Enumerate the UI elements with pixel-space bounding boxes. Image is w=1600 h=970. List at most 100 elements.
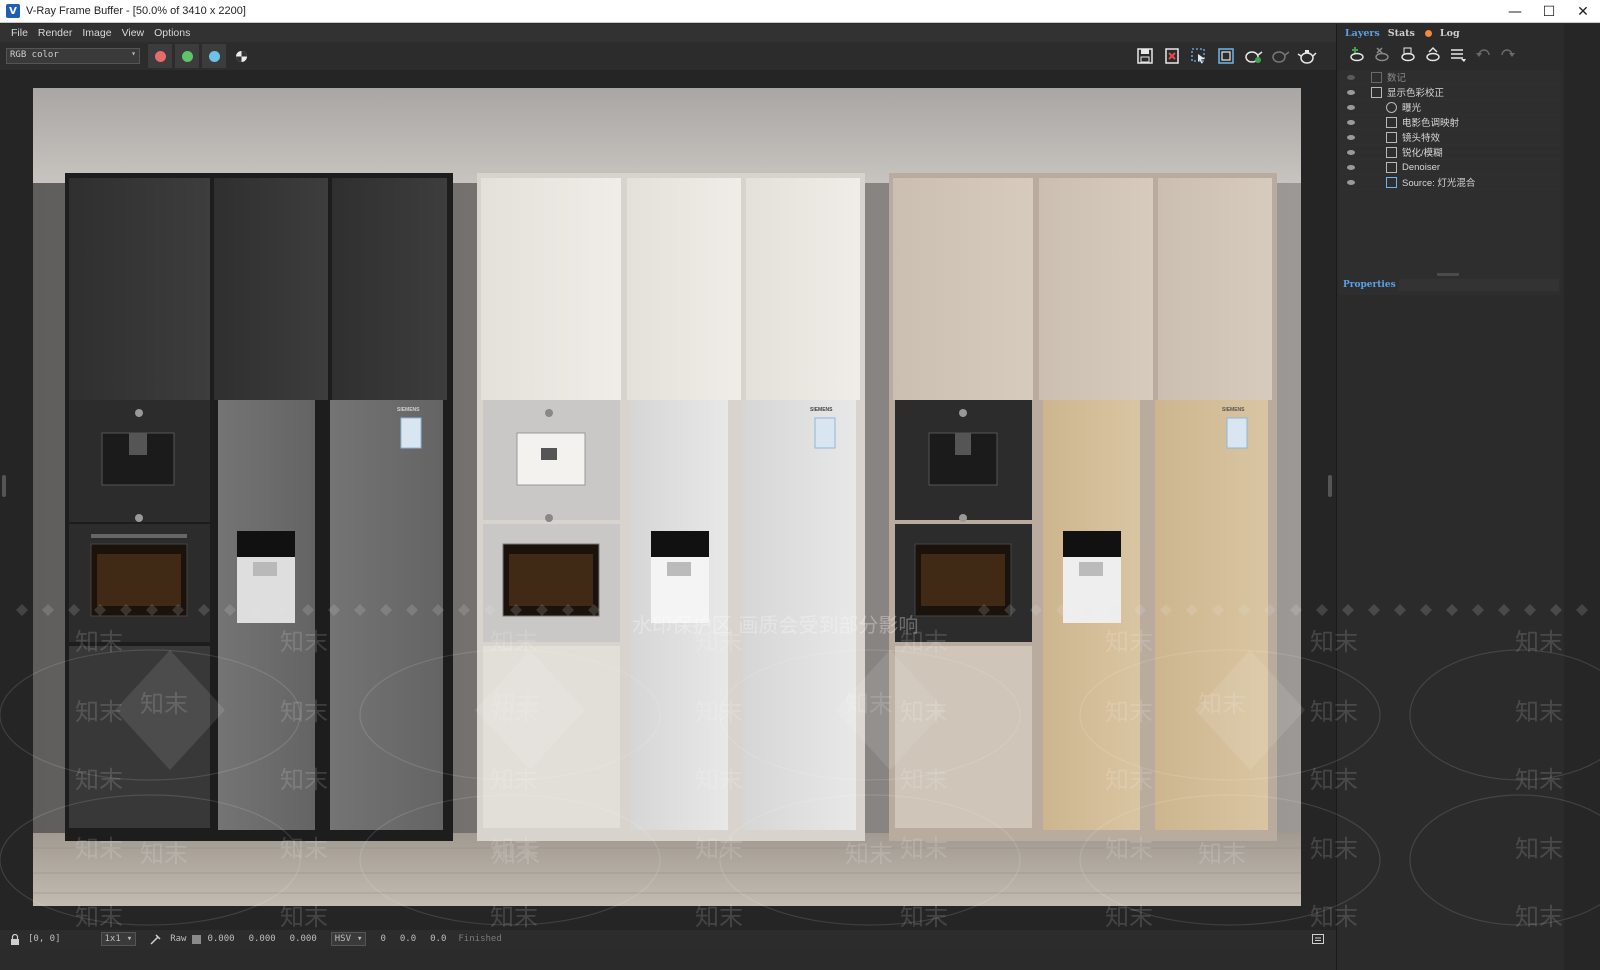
- panel-tabs: Layers Stats Log: [1337, 24, 1564, 42]
- sharpen-blur-icon: [1386, 146, 1397, 158]
- menu-bar: File Render Image View Options: [0, 24, 1362, 42]
- load-layer-icon[interactable]: [1420, 44, 1445, 66]
- b-value: 0.000: [289, 934, 317, 944]
- kitchen-render: SIEMENS SIEMENS SIEMENS: [33, 88, 1301, 906]
- vray-app-icon: V: [6, 4, 20, 18]
- layer-name: Denoiser: [1402, 161, 1441, 173]
- tab-log[interactable]: Log: [1436, 28, 1464, 39]
- brand-label: SIEMENS: [1222, 407, 1245, 413]
- raw-mode-label: Raw: [170, 934, 187, 944]
- alpha-channel-button[interactable]: [229, 44, 253, 68]
- properties-label: Properties: [1343, 280, 1396, 290]
- properties-header: Properties: [1339, 278, 1561, 292]
- menu-view[interactable]: View: [117, 27, 150, 39]
- render-teapot-icon[interactable]: [1294, 45, 1320, 67]
- toolbar: RGB color ▾: [0, 42, 1362, 70]
- layer-row[interactable]: Source: 灯光混合: [1339, 175, 1561, 190]
- visibility-eye-icon[interactable]: [1347, 180, 1355, 185]
- layer-list-icon[interactable]: [1445, 44, 1470, 66]
- green-channel-button[interactable]: [175, 44, 199, 68]
- right-panel-handle[interactable]: [1328, 475, 1332, 497]
- zoom-value: 1x1: [104, 934, 121, 944]
- brand-label: SIEMENS: [810, 407, 833, 413]
- layer-row[interactable]: 电影色调映射: [1339, 115, 1561, 130]
- layer-name: 数记: [1387, 73, 1407, 84]
- stop-render-icon[interactable]: [1267, 45, 1293, 67]
- visibility-eye-icon[interactable]: [1347, 105, 1355, 110]
- menu-file[interactable]: File: [6, 27, 33, 39]
- render-tools: [1131, 45, 1320, 67]
- blue-channel-button[interactable]: [202, 44, 226, 68]
- layer-tree: 数记 显示色彩校正 曝光 电影色调映射 镜头特效 锐化/模糊 Denoiser …: [1339, 70, 1561, 295]
- layer-name: 显示色彩校正: [1387, 88, 1445, 99]
- layer-type-icon: [1371, 71, 1382, 83]
- add-layer-icon[interactable]: [1345, 44, 1370, 66]
- alpha-channel-icon: [235, 50, 247, 62]
- layer-name: 电影色调映射: [1402, 118, 1460, 129]
- redo-icon[interactable]: [1495, 44, 1520, 66]
- green-dot-icon: [181, 50, 193, 62]
- menu-image[interactable]: Image: [77, 27, 116, 39]
- rendered-image: SIEMENS SIEMENS SIEMENS: [33, 88, 1301, 906]
- render-icon[interactable]: [1240, 45, 1266, 67]
- render-viewport[interactable]: SIEMENS SIEMENS SIEMENS: [0, 70, 1362, 936]
- undo-icon[interactable]: [1470, 44, 1495, 66]
- lens-effects-icon: [1386, 131, 1397, 143]
- h-value: 0: [380, 934, 386, 944]
- red-dot-icon: [154, 50, 166, 62]
- title-bar: V V-Ray Frame Buffer - [50.0% of 3410 x …: [0, 0, 1600, 23]
- color-mode-value: HSV: [334, 934, 352, 944]
- visibility-eye-icon[interactable]: [1347, 120, 1355, 125]
- left-panel-handle[interactable]: [2, 475, 6, 497]
- layer-row[interactable]: Denoiser: [1339, 160, 1561, 175]
- visibility-eye-icon[interactable]: [1347, 90, 1355, 95]
- blue-dot-icon: [208, 50, 220, 62]
- s-value: 0.0: [399, 934, 417, 944]
- maximize-button[interactable]: ☐: [1532, 0, 1566, 23]
- close-button[interactable]: ✕: [1566, 0, 1600, 23]
- render-status: Finished: [458, 934, 502, 944]
- menu-options[interactable]: Options: [149, 27, 195, 39]
- log-alert-icon: [1424, 29, 1432, 37]
- chevron-down-icon: ▾: [357, 934, 363, 944]
- status-bar: [0, 0] 1x1 ▾ Raw 0.000 0.000 0.000 HSV ▾…: [0, 930, 1362, 948]
- color-picker-icon[interactable]: [150, 933, 162, 945]
- window-title: V-Ray Frame Buffer - [50.0% of 3410 x 22…: [26, 5, 246, 17]
- layer-row[interactable]: 曝光: [1339, 100, 1561, 115]
- panel-splitter[interactable]: [1437, 273, 1459, 276]
- region-render-icon[interactable]: [1186, 45, 1212, 67]
- zoom-select[interactable]: 1x1 ▾: [100, 932, 137, 946]
- menu-render[interactable]: Render: [33, 27, 77, 39]
- clear-image-icon[interactable]: [1159, 45, 1185, 67]
- red-channel-button[interactable]: [148, 44, 172, 68]
- save-layer-icon[interactable]: [1395, 44, 1420, 66]
- layer-row[interactable]: 显示色彩校正: [1339, 85, 1561, 100]
- save-image-icon[interactable]: [1132, 45, 1158, 67]
- tab-stats[interactable]: Stats: [1384, 28, 1419, 39]
- visibility-eye-icon[interactable]: [1347, 150, 1355, 155]
- tab-layers[interactable]: Layers: [1341, 28, 1384, 39]
- layer-row[interactable]: 锐化/模糊: [1339, 145, 1561, 160]
- minimize-button[interactable]: —: [1498, 0, 1532, 23]
- pixel-color-swatch: [192, 934, 202, 944]
- visibility-eye-icon[interactable]: [1347, 165, 1355, 170]
- layer-name: 锐化/模糊: [1402, 148, 1443, 159]
- layer-row[interactable]: 镜头特效: [1339, 130, 1561, 145]
- r-value: 0.000: [207, 934, 235, 944]
- history-icon[interactable]: [1312, 934, 1324, 944]
- properties-field: [1399, 279, 1559, 291]
- channel-select[interactable]: RGB color ▾: [6, 48, 140, 64]
- pixel-coords: [0, 0]: [28, 934, 61, 944]
- color-mode-select[interactable]: HSV ▾: [330, 932, 367, 946]
- layer-toolbar: [1337, 42, 1564, 68]
- g-value: 0.000: [248, 934, 276, 944]
- track-mouse-icon[interactable]: [1213, 45, 1239, 67]
- layers-panel: Layers Stats Log 数记 显示色彩校正 曝光 电影色调映射 镜头特…: [1336, 24, 1564, 970]
- visibility-eye-icon[interactable]: [1347, 75, 1355, 80]
- visibility-eye-icon[interactable]: [1347, 135, 1355, 140]
- color-correction-icon: [1371, 86, 1382, 98]
- tone-mapping-icon: [1386, 116, 1397, 128]
- lock-icon[interactable]: [10, 933, 20, 945]
- layer-row[interactable]: 数记: [1339, 70, 1561, 85]
- delete-layer-icon[interactable]: [1370, 44, 1395, 66]
